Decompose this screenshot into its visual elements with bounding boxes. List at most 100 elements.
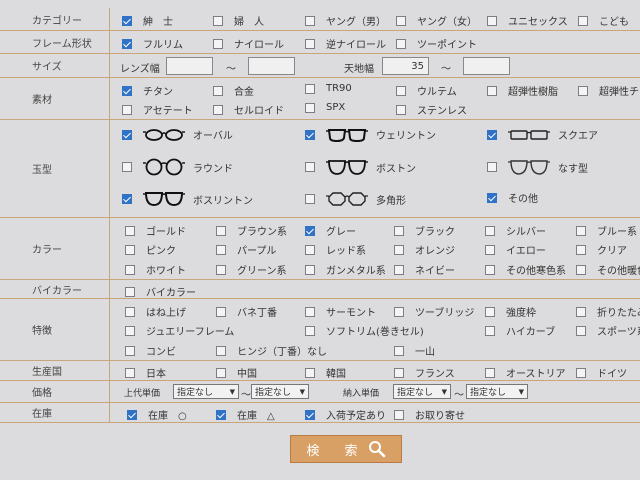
category-option-gentleman[interactable]: 紳 士 [122,13,173,28]
checkbox[interactable] [485,264,495,275]
retail-price-from-select[interactable]: 指定なし ▼ [173,384,239,399]
material-option-titanium[interactable]: チタン [122,83,173,98]
checkbox[interactable] [216,345,226,356]
search-button[interactable]: 検 索 [290,435,402,463]
color-option-orange[interactable]: オレンジ [394,242,455,257]
checkbox[interactable] [305,264,315,275]
color-option-other-warm[interactable]: その他暖色 [576,262,640,277]
checkbox[interactable] [305,409,315,420]
checkbox[interactable] [487,129,497,140]
checkbox[interactable] [125,306,135,317]
checkbox[interactable] [396,38,406,49]
color-option-other-cool[interactable]: その他寒色系 [485,262,566,277]
color-option-brown[interactable]: ブラウン系 [216,223,287,238]
feature-option-flip-up[interactable]: はね上げ [125,304,186,319]
feature-option-one-peak[interactable]: 一山 [394,343,435,358]
checkbox[interactable] [125,345,135,356]
checkbox[interactable] [125,225,135,236]
checkbox[interactable] [576,244,586,255]
category-option-unisex[interactable]: ユニセックス [487,13,568,28]
feature-option-two-bridge[interactable]: ツーブリッジ [394,304,474,319]
checkbox[interactable] [125,325,135,336]
material-option-stainless[interactable]: ステンレス [396,102,467,117]
color-option-black[interactable]: ブラック [394,223,455,238]
feature-option-sports[interactable]: スポーツ系 [576,323,640,338]
checkbox[interactable] [487,85,497,96]
checkbox[interactable] [122,129,132,140]
checkbox[interactable] [216,306,226,317]
checkbox[interactable] [305,225,315,236]
checkbox[interactable] [213,85,223,96]
checkbox[interactable] [122,162,132,172]
checkbox[interactable] [122,104,132,115]
stock-option-order[interactable]: お取り寄せ [394,407,465,422]
checkbox[interactable] [305,129,315,140]
shape-option-other[interactable]: その他 [487,190,538,205]
checkbox[interactable] [396,104,406,115]
checkbox[interactable] [125,367,135,378]
checkbox[interactable] [305,162,315,172]
checkbox[interactable] [122,85,132,96]
category-option-kids[interactable]: こども [578,13,629,28]
feature-option-folding[interactable]: 折りたたみ [576,304,640,319]
checkbox[interactable] [396,15,406,26]
checkbox[interactable] [216,244,226,255]
color-option-gold[interactable]: ゴールド [125,223,186,238]
checkbox[interactable] [394,409,404,420]
frame-option-reverse-nylor[interactable]: 逆ナイロール [305,36,386,51]
shape-option-boston[interactable]: ボストン [305,158,416,176]
retail-price-to-select[interactable]: 指定なし ▼ [251,384,309,399]
material-option-tr90[interactable]: TR90 [305,83,352,94]
checkbox[interactable] [576,225,586,236]
category-option-lady[interactable]: 婦 人 [213,13,264,28]
checkbox[interactable] [122,15,132,26]
feature-option-combi[interactable]: コンビ [125,343,176,358]
stock-option-in-stock[interactable]: 在庫 ○ [127,407,187,422]
material-option-celluloid[interactable]: セルロイド [213,102,284,117]
checkbox[interactable] [394,264,404,275]
origin-option-china[interactable]: 中国 [216,365,257,380]
feature-option-spring-hinge[interactable]: バネ丁番 [216,304,277,319]
feature-option-jewelry-frame[interactable]: ジュエリーフレーム [125,323,234,338]
lens-width-from-input[interactable] [166,57,213,75]
checkbox[interactable] [485,225,495,236]
shape-option-polygon[interactable]: 多角形 [305,191,406,207]
checkbox[interactable] [487,15,497,26]
checkbox[interactable] [216,409,226,420]
checkbox[interactable] [396,85,406,96]
stock-option-incoming[interactable]: 入荷予定あり [305,407,386,422]
shape-option-boslington[interactable]: ボスリントン [122,191,253,207]
lens-height-to-input[interactable] [463,57,510,75]
category-option-young-female[interactable]: ヤング（女） [396,13,477,28]
color-option-yellow[interactable]: イエロー [485,242,546,257]
color-option-pink[interactable]: ピンク [125,242,176,257]
checkbox[interactable] [216,367,226,378]
lens-width-to-input[interactable] [248,57,295,75]
color-option-clear[interactable]: クリア [576,242,627,257]
category-option-young-male[interactable]: ヤング（男） [305,13,386,28]
checkbox[interactable] [213,38,223,49]
feature-option-soft-rim[interactable]: ソフトリム(巻きセル) [305,323,424,338]
checkbox[interactable] [213,15,223,26]
checkbox[interactable] [578,15,588,26]
checkbox[interactable] [394,345,404,356]
checkbox[interactable] [216,264,226,275]
checkbox[interactable] [305,15,315,26]
checkbox[interactable] [122,38,132,49]
checkbox[interactable] [305,38,315,49]
feature-option-high-curve[interactable]: ハイカーブ [485,323,555,338]
color-option-silver[interactable]: シルバー [485,223,546,238]
color-option-navy[interactable]: ネイビー [394,262,455,277]
checkbox[interactable] [305,306,315,317]
wholesale-price-to-select[interactable]: 指定なし ▼ [466,384,528,399]
checkbox[interactable] [394,367,404,378]
bicolor-option[interactable]: バイカラー [125,284,196,299]
checkbox[interactable] [576,306,586,317]
origin-option-germany[interactable]: ドイツ [576,365,627,380]
checkbox[interactable] [485,244,495,255]
checkbox[interactable] [578,85,588,96]
feature-option-hingeless[interactable]: ヒンジ（丁番）なし [216,343,327,358]
lens-height-from-input[interactable] [382,57,429,75]
checkbox[interactable] [122,194,132,204]
color-option-red[interactable]: レッド系 [305,242,366,257]
